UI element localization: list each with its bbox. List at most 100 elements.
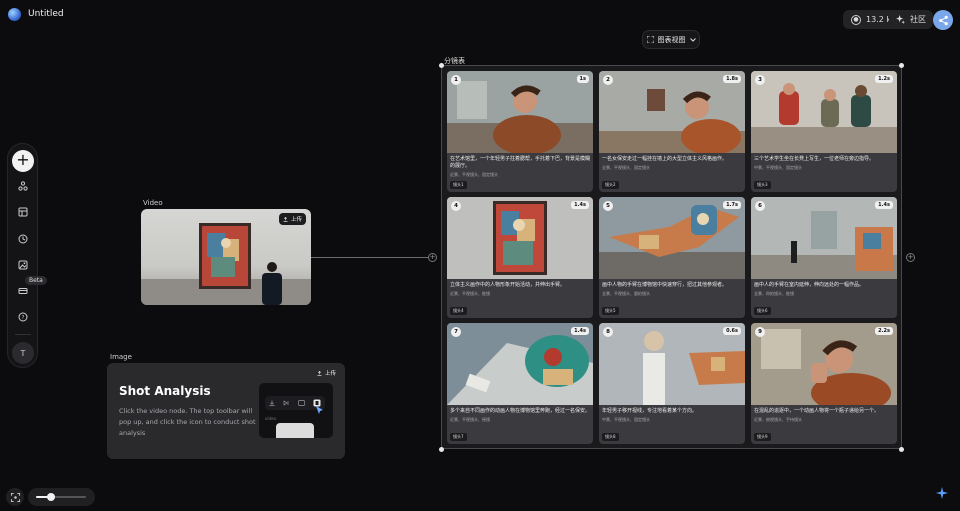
shot-duration: 2.2s (875, 327, 893, 335)
nodes-icon[interactable] (16, 179, 30, 193)
shot-tag[interactable]: 镜头9 (754, 433, 771, 441)
app-logo[interactable] (8, 8, 21, 21)
shot-thumbnail (447, 197, 593, 279)
image-upload-button[interactable]: 上传 (313, 367, 340, 379)
resize-handle-top-right[interactable] (899, 63, 904, 68)
view-toggle-label: 图表视图 (657, 35, 686, 44)
shot-analysis-text: Click the video node. The top toolbar wi… (119, 407, 256, 437)
history-icon[interactable] (16, 232, 30, 246)
output-port-plus[interactable]: + (906, 253, 915, 262)
preview-caption: video (265, 416, 276, 421)
shot-thumbnail (751, 71, 897, 153)
shot-tag[interactable]: 镜头1 (450, 181, 467, 189)
shot-duration: 0.6s (723, 327, 741, 335)
shot-meta: 全景、仰拍镜头、推镜 (754, 291, 794, 296)
storyboard-shot-card[interactable]: 1 1s 在艺术馆里，一个年轻男子拄着腮帮，手托着下巴，背景是模糊的展厅。 近景、平视… (447, 71, 593, 192)
download-icon (269, 400, 275, 406)
shot-meta: 中景、平视镜头、固定镜头 (602, 417, 650, 422)
shot-thumbnail (599, 71, 745, 153)
left-toolbar: + ? T (7, 143, 38, 368)
add-node-button[interactable]: + (12, 150, 34, 172)
shot-tag[interactable]: 镜头4 (450, 307, 467, 315)
resize-handle-top-left[interactable] (439, 63, 444, 68)
shot-number: 4 (451, 201, 461, 211)
shot-description: 一名女保安走过一幅挂在墙上的大型立体主义风格画作。 (602, 156, 728, 162)
shot-description: 在混乱的追逐中，一个动画人物将一个瓶子递给另一个。 (754, 408, 880, 414)
storyboard-shot-card[interactable]: 7 1.4s 多个来自不同画作的动画人物在博物馆里奔跑，经过一名保安。 近景、平视镜头… (447, 323, 593, 444)
shot-description: 立体主义画作中的人物形象开始活动，并伸出手臂。 (450, 282, 566, 288)
image-gallery-icon[interactable] (16, 258, 30, 272)
shot-description: 年轻男子移开视线，专注地看着某个方向。 (602, 408, 698, 414)
shot-duration: 1.4s (875, 201, 893, 209)
input-port-plus[interactable]: + (428, 253, 437, 262)
shot-analysis-title: Shot Analysis (119, 384, 211, 398)
shot-duration: 1.2s (875, 75, 893, 83)
share-button[interactable] (933, 10, 953, 30)
storyboard-shot-card[interactable]: 4 1.4s 立体主义画作中的人物形象开始活动，并伸出手臂。 近景、平视镜头、推镜 镜头… (447, 197, 593, 318)
storyboard-shot-card[interactable]: 5 1.7s 画中人物的手臂在博物馆中快速穿行，扭过其他参观者。 全景、平视镜头、跟拍… (599, 197, 745, 318)
shot-number: 3 (755, 75, 765, 85)
beta-badge: Beta (25, 276, 47, 285)
sparkle-icon (896, 15, 905, 24)
shot-number: 6 (755, 201, 765, 211)
chevron-down-icon (689, 37, 696, 42)
shot-meta: 近景、平视镜头、摇镜 (450, 417, 490, 422)
community-label: 社区 (910, 15, 926, 24)
shot-duration: 1.7s (723, 201, 741, 209)
shot-tag[interactable]: 镜头6 (754, 307, 771, 315)
zoom-track[interactable] (36, 493, 86, 501)
help-icon[interactable]: ? (16, 310, 30, 324)
shot-duration: 1.4s (571, 201, 589, 209)
storyboard-shot-card[interactable]: 8 0.6s 年轻男子移开视线，专注地看着某个方向。 中景、平视镜头、固定镜头 镜头8 (599, 323, 745, 444)
caption-icon (297, 400, 305, 406)
image-upload-label: 上传 (325, 371, 337, 377)
storyboard-shot-card[interactable]: 6 1.4s 画中人的手臂在室内延伸，伸向远处的一幅作品。 全景、仰拍镜头、推镜 镜头6 (751, 197, 897, 318)
shot-description: 画中人物的手臂在博物馆中快速穿行，扭过其他参观者。 (602, 282, 728, 288)
shot-analysis-preview: video (259, 383, 333, 438)
fit-view-icon (10, 492, 20, 502)
view-toggle-dropdown[interactable]: 图表视图 (642, 30, 700, 49)
storyboard-shot-card[interactable]: 9 2.2s 在混乱的追逐中，一个动画人物将一个瓶子递给另一个。 近景、俯视镜头、手持… (751, 323, 897, 444)
document-title[interactable]: Untitled (28, 9, 64, 19)
storyboard-shot-card[interactable]: 2 1.8s 一名女保安走过一幅挂在墙上的大型立体主义风格画作。 全景、平视镜头、固定… (599, 71, 745, 192)
cursor-icon (316, 406, 323, 414)
zoom-knob[interactable] (47, 493, 55, 501)
video-node[interactable]: 上传 (141, 209, 311, 305)
community-button[interactable]: 社区 (889, 10, 933, 29)
image-node-label: Image (110, 353, 132, 361)
shot-duration: 1.4s (571, 327, 589, 335)
image-node[interactable]: 上传 Shot Analysis Click the video node. T… (107, 363, 345, 459)
user-avatar[interactable]: T (12, 342, 34, 364)
zoom-slider[interactable] (28, 488, 95, 506)
resize-handle-bottom-left[interactable] (439, 447, 444, 452)
fit-view-button[interactable] (6, 488, 24, 506)
ai-sparkle-icon[interactable] (936, 487, 948, 499)
shot-tag[interactable]: 镜头3 (754, 181, 771, 189)
shot-number: 8 (603, 327, 613, 337)
shot-thumbnail (447, 71, 593, 153)
shot-tag[interactable]: 镜头8 (602, 433, 619, 441)
shot-number: 9 (755, 327, 765, 337)
layout-icon[interactable] (16, 205, 30, 219)
video-upload-button[interactable]: 上传 (279, 213, 307, 225)
shot-thumbnail (447, 323, 593, 405)
shot-number: 7 (451, 327, 461, 337)
expand-icon (646, 36, 654, 43)
share-icon (938, 15, 948, 25)
shot-tag[interactable]: 镜头2 (602, 181, 619, 189)
video-upload-label: 上传 (291, 217, 303, 223)
shot-description: 画中人的手臂在室内延伸，伸向远处的一幅作品。 (754, 282, 865, 288)
shot-description: 三个艺术学生坐在长凳上写生，一位老师在旁边指导。 (754, 156, 875, 162)
shot-number: 2 (603, 75, 613, 85)
card-icon[interactable] (16, 284, 30, 298)
resize-handle-bottom-right[interactable] (899, 447, 904, 452)
shot-meta: 近景、俯视镜头、手持镜头 (754, 417, 802, 422)
toolbar-divider (15, 334, 31, 335)
shot-duration: 1.8s (723, 75, 741, 83)
shot-thumbnail (751, 197, 897, 279)
node-connector (311, 257, 428, 258)
shot-duration: 1s (576, 75, 589, 83)
storyboard-shot-card[interactable]: 3 1.2s 三个艺术学生坐在长凳上写生，一位老师在旁边指导。 中景、平视镜头、固定镜… (751, 71, 897, 192)
shot-tag[interactable]: 镜头5 (602, 307, 619, 315)
shot-tag[interactable]: 镜头7 (450, 433, 467, 441)
